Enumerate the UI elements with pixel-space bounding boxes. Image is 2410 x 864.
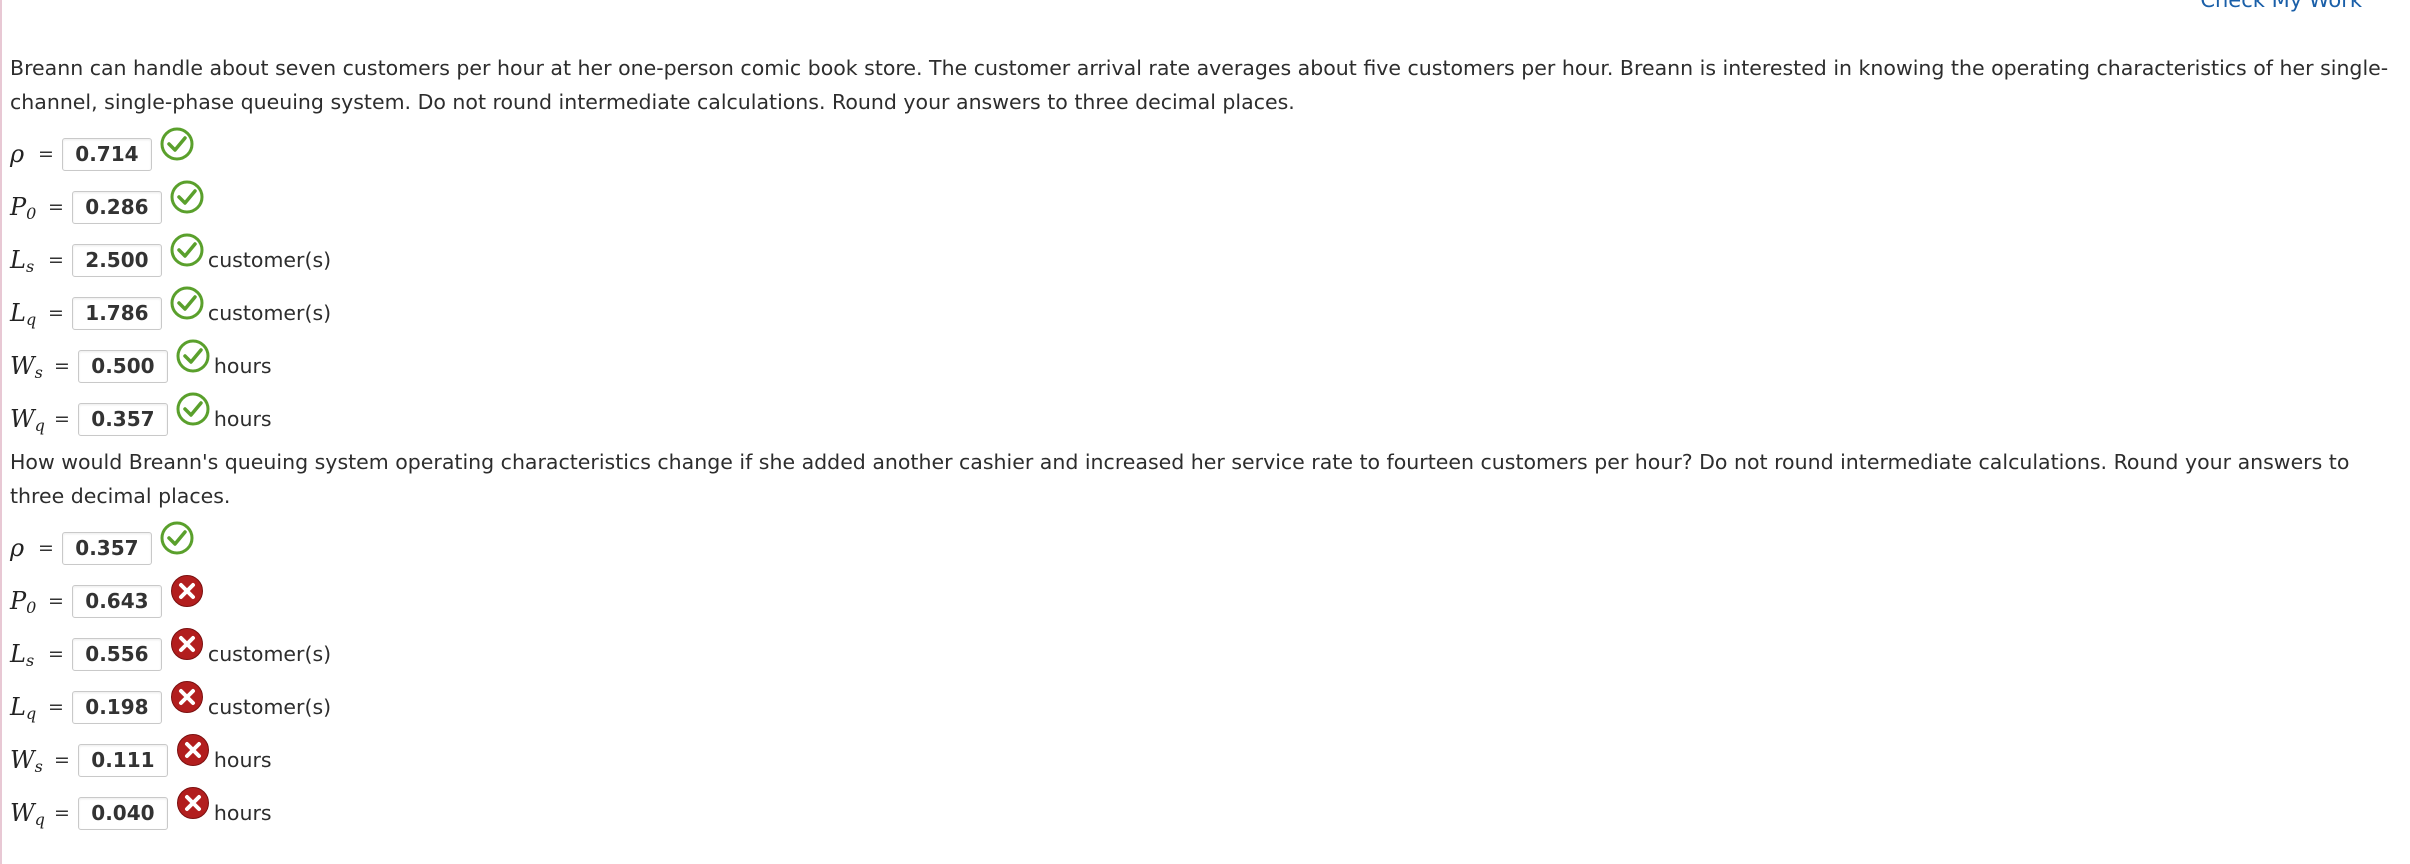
answer-row: P0 = <box>10 575 204 627</box>
variable-letter: L <box>10 246 26 274</box>
variable-subscript: q <box>34 810 45 829</box>
answer-row: Ws = hours <box>10 734 272 786</box>
variable-subscript: s <box>34 757 43 776</box>
equals-sign: = <box>48 643 64 665</box>
unit-label: customer(s) <box>207 301 332 325</box>
variable-symbol: Ls <box>10 640 40 670</box>
correct-check-icon <box>160 521 194 555</box>
variable-symbol: Ws <box>10 746 46 776</box>
answer-input[interactable] <box>77 402 168 436</box>
variable-symbol: Ls <box>10 246 40 276</box>
variable-subscript: s <box>25 651 35 670</box>
answer-row: P0 = <box>10 180 204 233</box>
question-prompt-2: How would Breann's queuing system operat… <box>10 450 2350 508</box>
answer-row: Ls = customer(s) <box>10 233 332 286</box>
answer-input[interactable] <box>71 243 162 277</box>
correct-check-icon <box>176 339 210 373</box>
variable-symbol: ρ <box>10 140 30 168</box>
answer-input[interactable] <box>71 584 162 618</box>
variable-subscript: q <box>25 310 37 329</box>
variable-letter: ρ <box>10 534 25 562</box>
answer-row: Wq = hours <box>10 787 272 839</box>
variable-subscript: q <box>34 416 45 435</box>
variable-subscript: s <box>25 257 35 276</box>
correct-check-icon <box>170 286 204 320</box>
answer-input[interactable] <box>77 796 168 830</box>
variable-subscript: 0 <box>26 598 37 617</box>
equals-sign: = <box>54 749 70 771</box>
unit-label: customer(s) <box>207 248 332 272</box>
equals-sign: = <box>48 696 64 718</box>
equals-sign: = <box>38 143 54 165</box>
unit-label: hours <box>213 407 272 431</box>
equals-sign: = <box>48 590 64 612</box>
variable-symbol: Wq <box>10 405 46 435</box>
incorrect-x-icon <box>170 680 204 714</box>
variable-symbol: Lq <box>10 693 40 723</box>
equals-sign: = <box>38 537 54 559</box>
answer-row: Lq = customer(s) <box>10 681 331 733</box>
variable-letter: L <box>10 299 26 327</box>
answer-input[interactable] <box>61 531 152 565</box>
unit-label: hours <box>213 748 272 772</box>
answer-row: ρ = <box>10 521 194 574</box>
variable-letter: W <box>10 352 35 380</box>
answer-row: Ws = hours <box>10 339 272 392</box>
incorrect-x-icon <box>170 574 204 608</box>
question-prompt-1: Breann can handle about seven customers … <box>10 56 2389 114</box>
equals-sign: = <box>54 408 70 430</box>
correct-check-icon <box>170 180 204 214</box>
answer-input[interactable] <box>71 190 162 224</box>
variable-symbol: ρ <box>10 534 30 562</box>
answer-input[interactable] <box>61 137 152 171</box>
variable-letter: P <box>10 587 27 615</box>
answer-input[interactable] <box>71 637 162 671</box>
equals-sign: = <box>54 802 70 824</box>
incorrect-x-icon <box>170 627 204 661</box>
answer-row: ρ = <box>10 127 194 180</box>
variable-subscript: 0 <box>26 204 37 223</box>
answer-row: Wq = hours <box>10 392 272 445</box>
answer-row: Lq = customer(s) <box>10 286 332 339</box>
incorrect-x-icon <box>176 733 210 767</box>
answer-input[interactable] <box>77 743 168 777</box>
variable-letter: W <box>10 405 35 433</box>
left-border <box>0 0 2 864</box>
variable-letter: ρ <box>10 140 25 168</box>
variable-symbol: P0 <box>10 193 40 223</box>
variable-letter: W <box>10 799 35 827</box>
equals-sign: = <box>48 302 64 324</box>
answer-input[interactable] <box>77 349 168 383</box>
unit-label: hours <box>213 801 272 825</box>
variable-subscript: q <box>25 704 37 723</box>
unit-label: customer(s) <box>207 695 332 719</box>
variable-letter: P <box>10 193 27 221</box>
check-my-work-link[interactable]: Check My Work <box>2200 0 2362 12</box>
unit-label: hours <box>213 354 272 378</box>
variable-letter: L <box>10 693 26 721</box>
correct-check-icon <box>160 127 194 161</box>
variable-letter: W <box>10 746 35 774</box>
variable-symbol: Wq <box>10 799 46 829</box>
variable-subscript: s <box>34 363 43 382</box>
variable-letter: L <box>10 640 26 668</box>
variable-symbol: P0 <box>10 587 40 617</box>
equals-sign: = <box>48 249 64 271</box>
answer-input[interactable] <box>71 296 162 330</box>
equals-sign: = <box>48 196 64 218</box>
answer-row: Ls = customer(s) <box>10 628 331 680</box>
unit-label: customer(s) <box>207 642 332 666</box>
correct-check-icon <box>176 392 210 426</box>
variable-symbol: Ws <box>10 352 46 382</box>
variable-symbol: Lq <box>10 299 40 329</box>
answer-input[interactable] <box>71 690 162 724</box>
incorrect-x-icon <box>176 786 210 820</box>
equals-sign: = <box>54 355 70 377</box>
correct-check-icon <box>170 233 204 267</box>
